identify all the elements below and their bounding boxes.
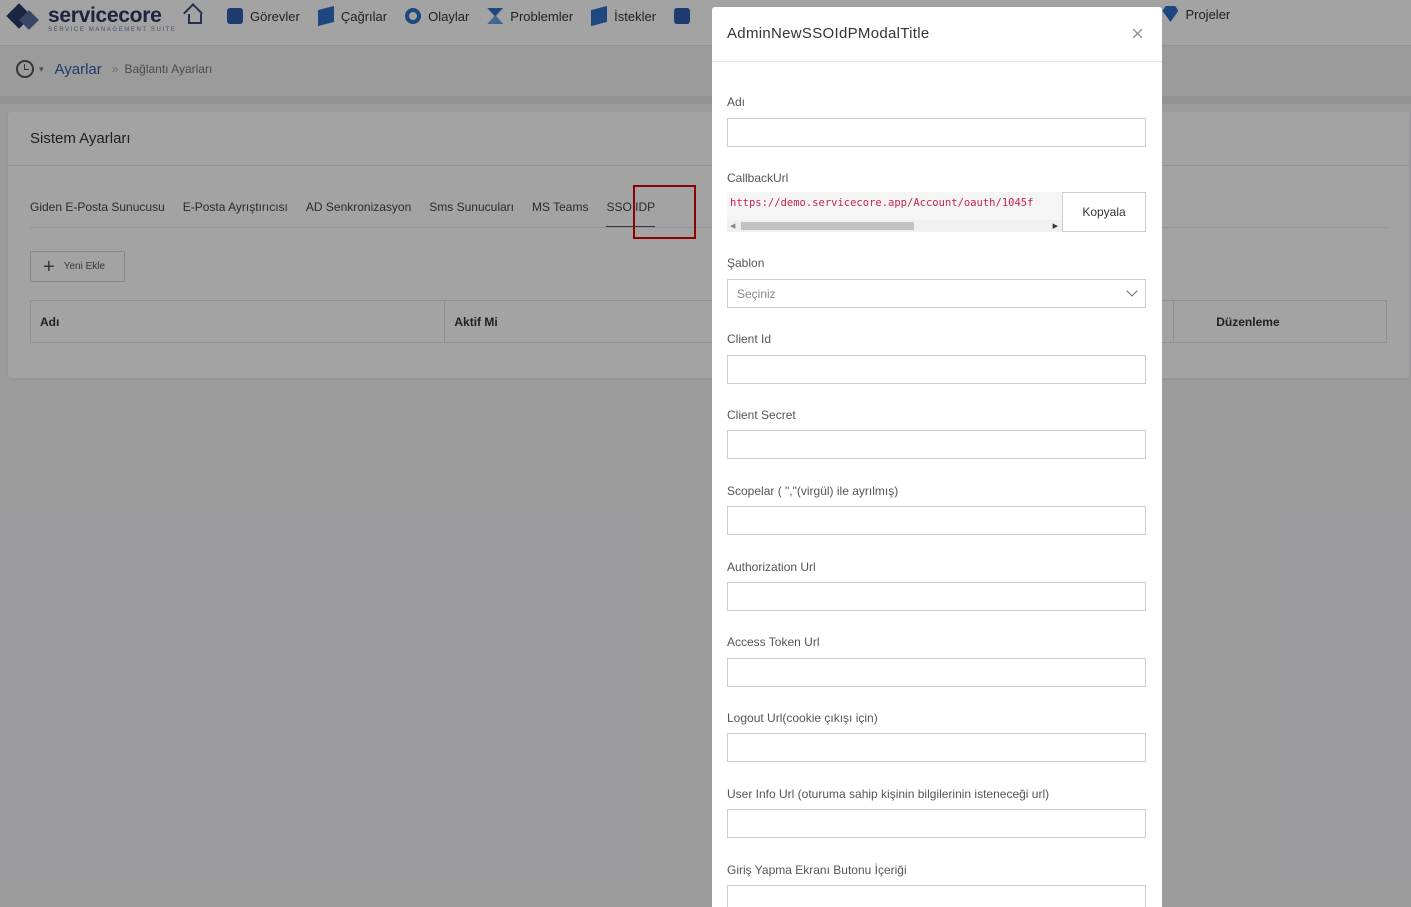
name-input[interactable]: [727, 118, 1146, 147]
authorization-url-label: Authorization Url: [727, 560, 816, 574]
authorization-url-input[interactable]: [727, 582, 1146, 611]
login-button-text-input[interactable]: [727, 885, 1146, 907]
scopes-input[interactable]: [727, 506, 1146, 535]
scopes-label: Scopelar ( ","(virgül) ile ayrılmış): [727, 484, 899, 498]
scroll-left-icon[interactable]: ◀: [730, 222, 735, 230]
access-token-url-label: Access Token Url: [727, 635, 820, 649]
callback-url-group: https://demo.servicecore.app/Account/oau…: [727, 192, 1146, 232]
scroll-right-icon[interactable]: ▶: [1053, 222, 1058, 230]
logout-url-label: Logout Url(cookie çıkışı için): [727, 711, 878, 725]
name-label: Adı: [727, 95, 746, 109]
template-select[interactable]: Seçiniz: [727, 279, 1146, 308]
client-id-input[interactable]: [727, 355, 1146, 384]
user-info-url-label: User Info Url (oturuma sahip kişinin bil…: [727, 787, 1050, 801]
client-secret-label: Client Secret: [727, 408, 796, 422]
chevron-down-icon: [1126, 285, 1138, 297]
horizontal-scrollbar[interactable]: ◀ ▶: [727, 220, 1062, 232]
user-info-url-input[interactable]: [727, 809, 1146, 838]
close-icon[interactable]: ×: [1131, 23, 1144, 45]
access-token-url-input[interactable]: [727, 658, 1146, 687]
modal-title: AdminNewSSOIdPModalTitle: [727, 25, 930, 42]
callback-url-value: https://demo.servicecore.app/Account/oau…: [730, 197, 1034, 209]
callback-url-label: CallbackUrl: [727, 171, 789, 185]
template-label: Şablon: [727, 256, 765, 270]
logout-url-input[interactable]: [727, 733, 1146, 762]
template-placeholder: Seçiniz: [737, 286, 776, 301]
modal-header: AdminNewSSOIdPModalTitle ×: [712, 7, 1162, 62]
copy-button[interactable]: Kopyala: [1062, 192, 1146, 232]
client-secret-input[interactable]: [727, 430, 1146, 459]
modal-backdrop[interactable]: [0, 0, 1411, 907]
callback-url-box: https://demo.servicecore.app/Account/oau…: [727, 192, 1062, 232]
login-button-text-label: Giriş Yapma Ekranı Butonu İçeriği: [727, 863, 907, 877]
scrollbar-thumb[interactable]: [741, 222, 914, 230]
sso-idp-modal: AdminNewSSOIdPModalTitle × Adı CallbackU…: [712, 7, 1162, 907]
client-id-label: Client Id: [727, 332, 772, 346]
